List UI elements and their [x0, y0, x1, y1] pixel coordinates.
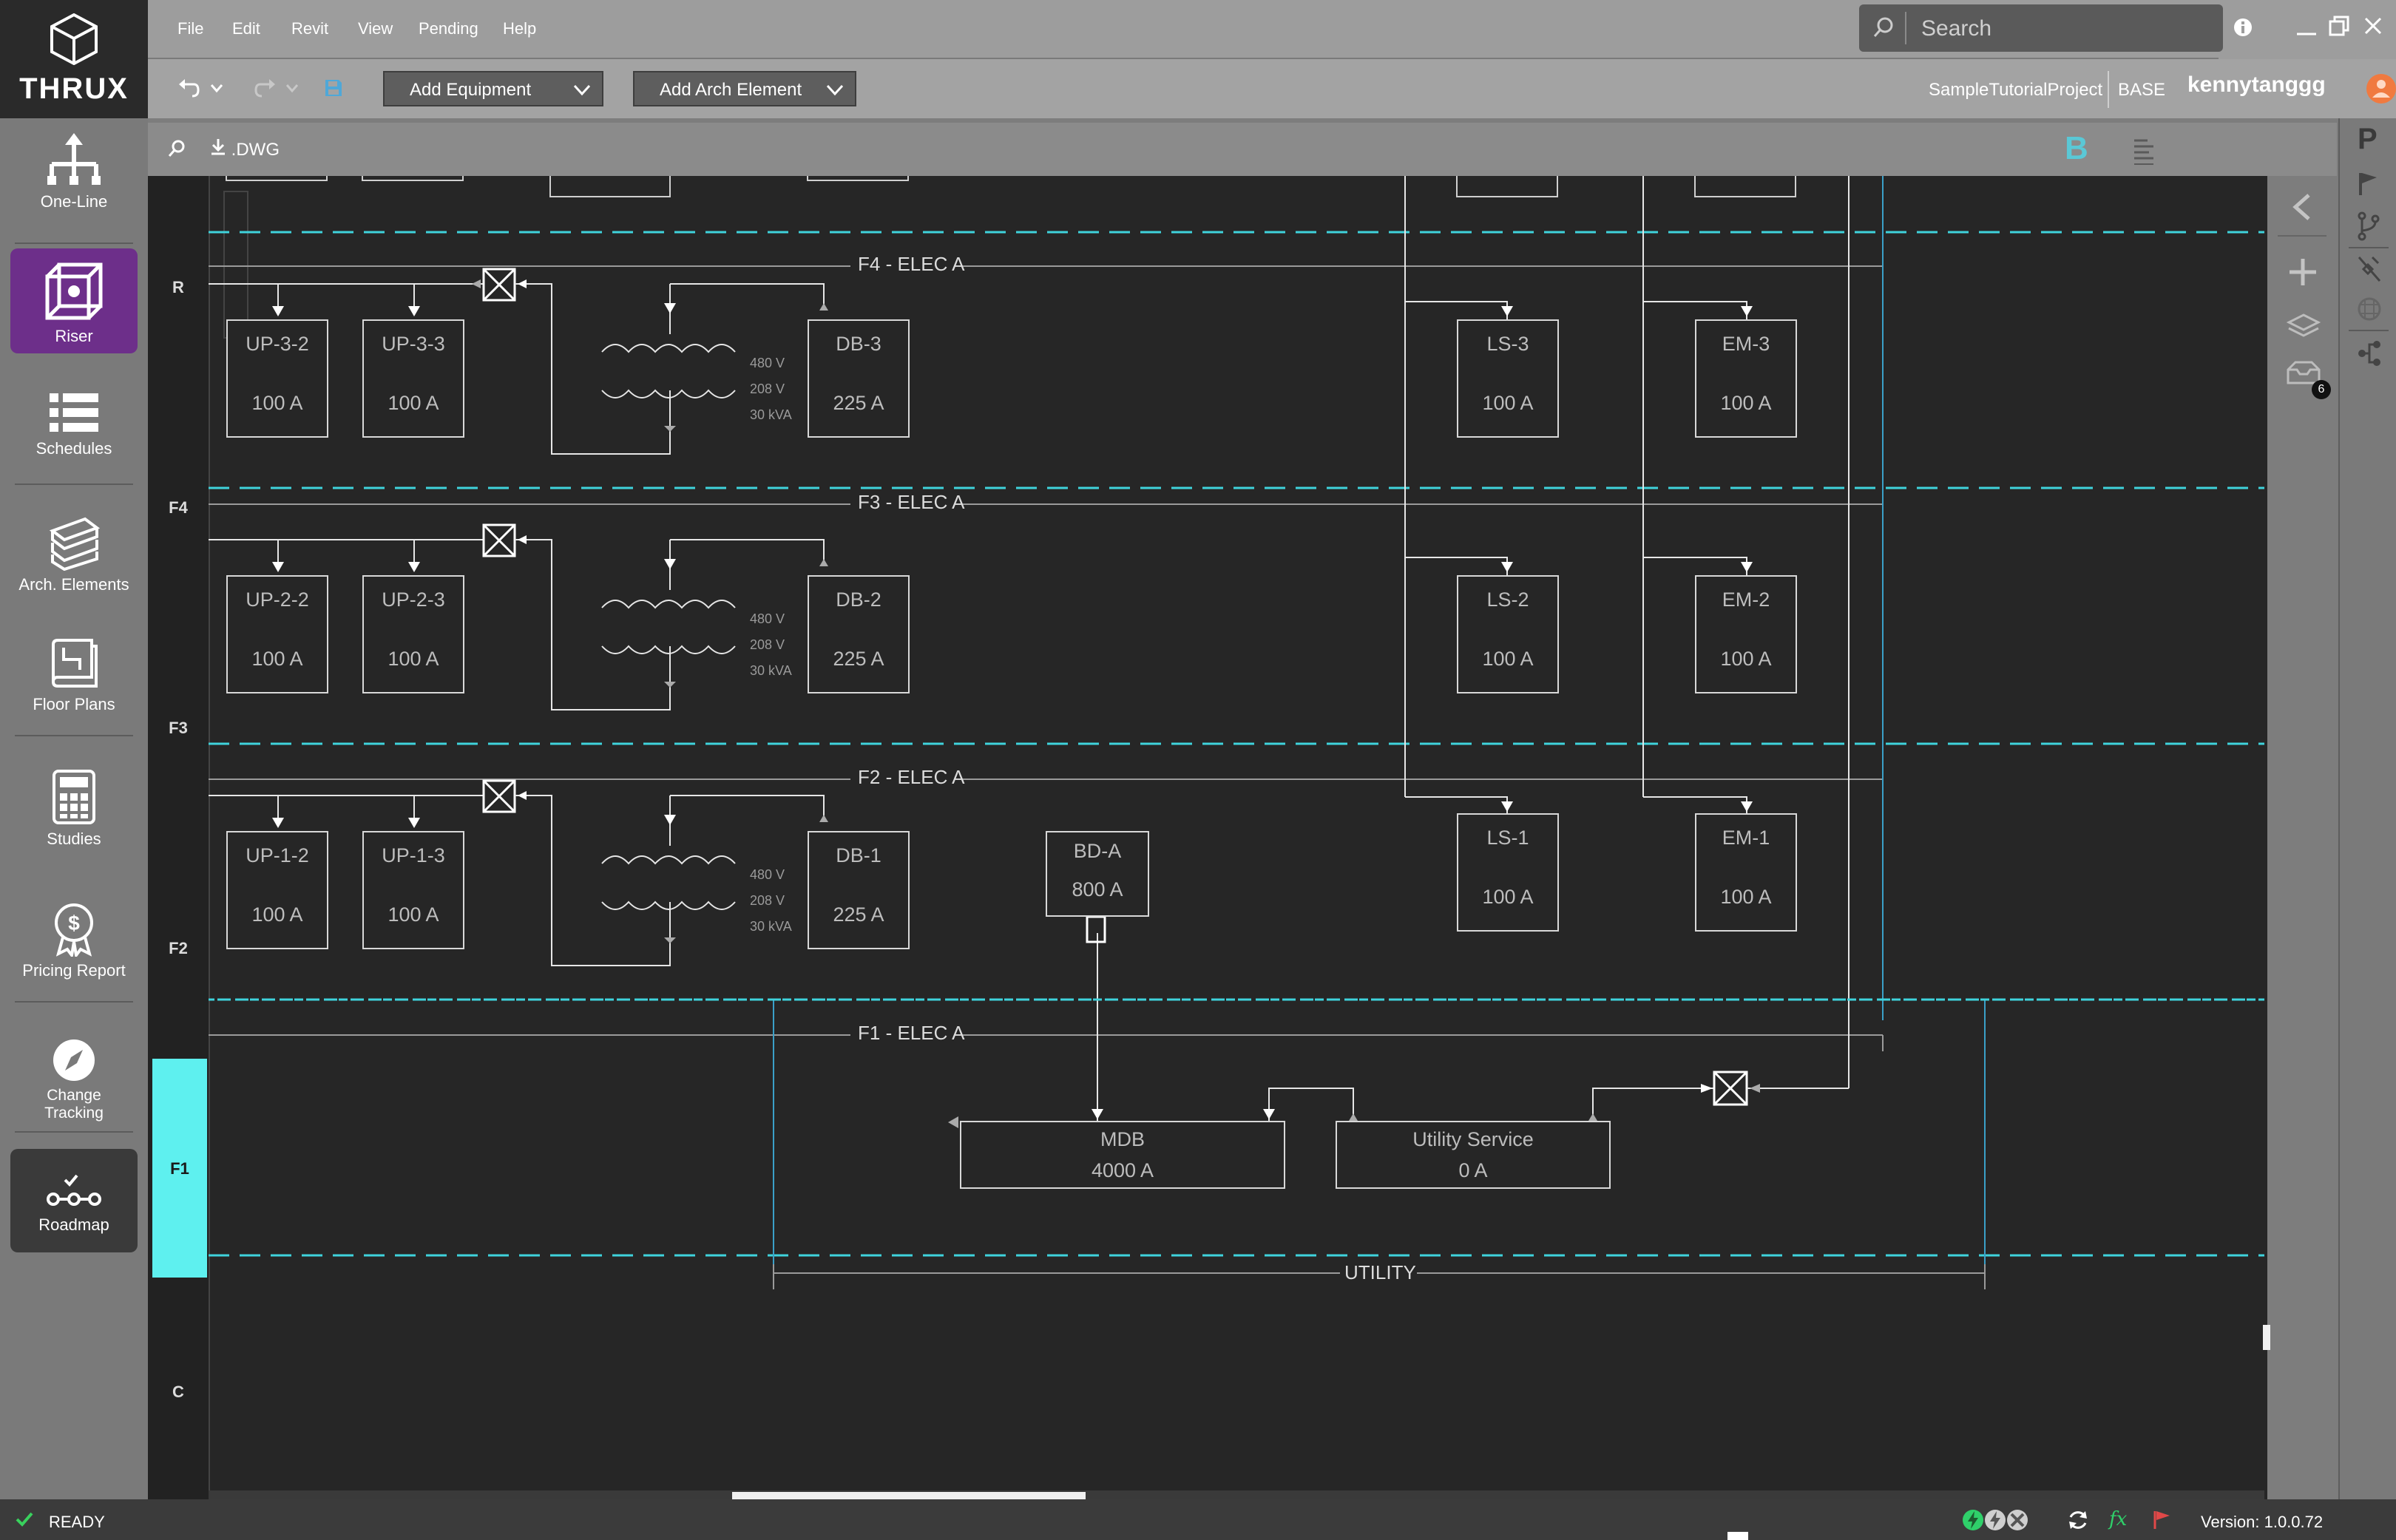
version-text: Version: 1.0.0.72	[2201, 1513, 2324, 1531]
transformer-secondary: 208 V	[750, 637, 785, 652]
equipment-em-3[interactable]: EM-3 100 A	[1695, 319, 1797, 438]
transformer-labels-f2[interactable]: 480 V 208 V 30 kVA	[750, 862, 792, 940]
status-bar	[0, 1499, 2396, 1540]
transformer-secondary: 208 V	[750, 893, 785, 908]
transformer-rating: 30 kVA	[750, 919, 792, 934]
equipment-up-3-3[interactable]: UP-3-3 100 A	[362, 319, 464, 438]
resize-handle[interactable]	[1727, 1532, 1748, 1540]
status-text: READY	[49, 1513, 105, 1531]
transformer-rating: 30 kVA	[750, 663, 792, 678]
equipment-box-partial	[226, 176, 328, 181]
horizontal-scroll-track[interactable]	[209, 1490, 2264, 1499]
bus-label-f4[interactable]: F4 - ELEC A	[858, 253, 965, 276]
equipment-db-2[interactable]: DB-2 225 A	[808, 575, 910, 693]
equipment-up-3-2[interactable]: UP-3-2 100 A	[226, 319, 328, 438]
bus-label-f2[interactable]: F2 - ELEC A	[858, 766, 965, 789]
equipment-mdb[interactable]: MDB 4000 A	[960, 1121, 1285, 1189]
equipment-up-2-3[interactable]: UP-2-3 100 A	[362, 575, 464, 693]
transformer-secondary: 208 V	[750, 381, 785, 396]
equipment-box-partial	[362, 176, 464, 181]
busduct-connector	[1086, 915, 1106, 943]
riser-diagram-svg	[209, 176, 2264, 1289]
bus-label-f3[interactable]: F3 - ELEC A	[858, 491, 965, 514]
equipment-ls-3[interactable]: LS-3 100 A	[1457, 319, 1559, 438]
vertical-scrollbar-thumb[interactable]	[2263, 1325, 2270, 1350]
equipment-box-partial	[549, 176, 671, 197]
equipment-up-1-3[interactable]: UP-1-3 100 A	[362, 831, 464, 949]
transformer-rating: 30 kVA	[750, 407, 792, 422]
bus-label-f1[interactable]: F1 - ELEC A	[858, 1022, 965, 1045]
transformer-primary: 480 V	[750, 356, 785, 370]
equipment-db-1[interactable]: DB-1 225 A	[808, 831, 910, 949]
equipment-utility-service[interactable]: Utility Service 0 A	[1336, 1121, 1611, 1189]
transformer-labels-f3[interactable]: 480 V 208 V 30 kVA	[750, 606, 792, 684]
equipment-up-1-2[interactable]: UP-1-2 100 A	[226, 831, 328, 949]
formula-icon[interactable]: fx	[2109, 1508, 2127, 1530]
equipment-box-partial	[1694, 176, 1796, 197]
equipment-em-1[interactable]: EM-1 100 A	[1695, 813, 1797, 932]
transformer-primary: 480 V	[750, 867, 785, 882]
sync-icon[interactable]	[2066, 1508, 2090, 1532]
transformer-labels-f4[interactable]: 480 V 208 V 30 kVA	[750, 350, 792, 428]
transformer-primary: 480 V	[750, 611, 785, 626]
bus-label-utility[interactable]: UTILITY	[1344, 1261, 1416, 1284]
equipment-box-partial	[1456, 176, 1558, 197]
equipment-up-2-2[interactable]: UP-2-2 100 A	[226, 575, 328, 693]
check-icon	[16, 1512, 33, 1527]
equipment-ls-2[interactable]: LS-2 100 A	[1457, 575, 1559, 693]
equipment-bd-a[interactable]: BD-A 800 A	[1046, 831, 1149, 917]
flag-red-icon[interactable]	[2152, 1510, 2171, 1530]
equipment-em-2[interactable]: EM-2 100 A	[1695, 575, 1797, 693]
power-status-icons[interactable]	[1961, 1508, 2035, 1532]
equipment-ls-1[interactable]: LS-1 100 A	[1457, 813, 1559, 932]
equipment-box-partial	[807, 176, 909, 181]
equipment-db-3[interactable]: DB-3 225 A	[808, 319, 910, 438]
horizontal-scrollbar-thumb[interactable]	[732, 1492, 1086, 1499]
